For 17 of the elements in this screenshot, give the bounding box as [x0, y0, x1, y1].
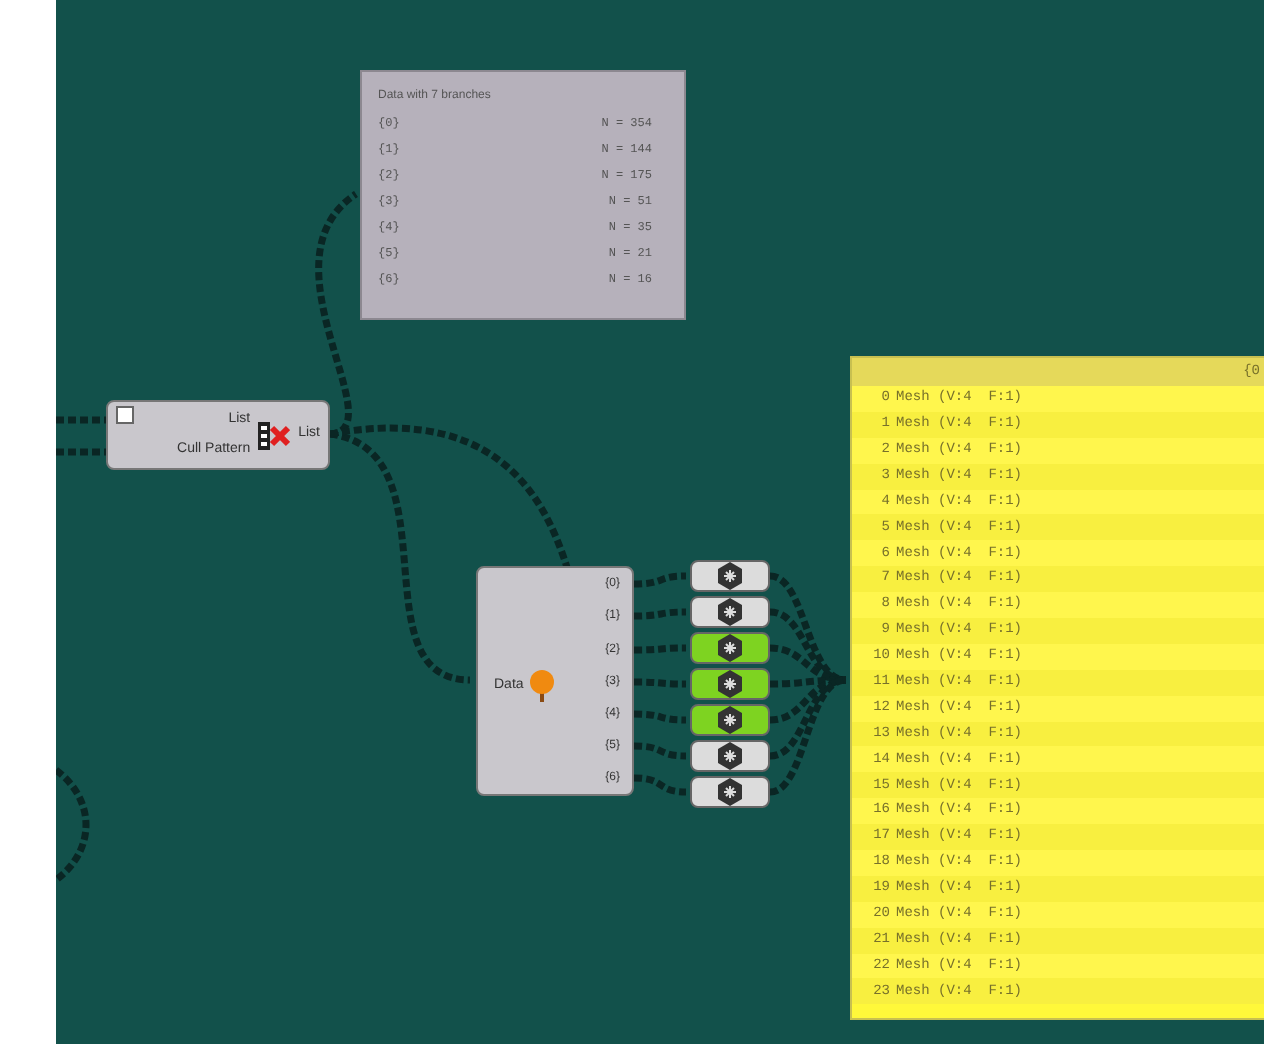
mesh-icon: [716, 634, 744, 662]
mesh-icon: [716, 598, 744, 626]
mesh-preview-node[interactable]: [690, 740, 770, 772]
mesh-icon: [716, 778, 744, 806]
cull-icon: [258, 419, 291, 451]
mesh-preview-node[interactable]: [690, 632, 770, 664]
mesh-preview-node[interactable]: [690, 560, 770, 592]
mesh-icon: [716, 670, 744, 698]
mesh-preview-node[interactable]: [690, 776, 770, 808]
mesh-icon: [716, 706, 744, 734]
tree-icon: [527, 670, 556, 702]
mesh-icon: [716, 562, 744, 590]
mesh-preview-node[interactable]: [690, 668, 770, 700]
mesh-preview-node[interactable]: [690, 596, 770, 628]
mesh-preview-node[interactable]: [690, 704, 770, 736]
toggle-icon: [116, 406, 134, 424]
mesh-icon: [716, 742, 744, 770]
